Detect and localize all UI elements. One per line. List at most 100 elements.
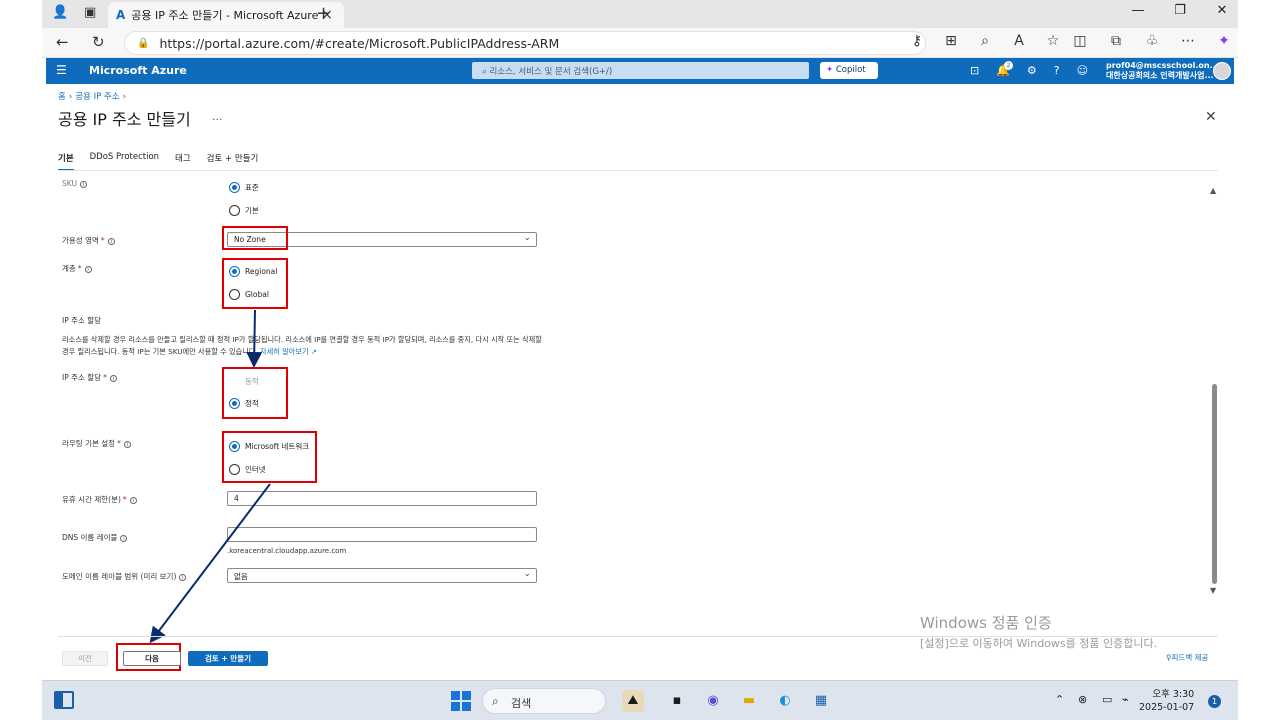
settings-icon[interactable]: ⚙ bbox=[1027, 64, 1037, 77]
breadcrumb-home[interactable]: 홈 bbox=[58, 92, 66, 102]
copilot-browser-icon[interactable]: ✦ bbox=[1206, 33, 1238, 49]
restore-icon[interactable]: ❐ bbox=[1172, 3, 1188, 18]
vertical-scrollbar[interactable]: ▲ ▼ bbox=[1210, 186, 1218, 598]
idle-timeout-input[interactable]: 4 bbox=[227, 491, 537, 506]
chevron-down-icon: ⌄ bbox=[523, 569, 531, 579]
scroll-up-icon[interactable]: ▲ bbox=[1210, 186, 1216, 195]
info-icon[interactable]: i bbox=[129, 496, 137, 504]
extensions-icon[interactable]: ♧ bbox=[1134, 33, 1170, 49]
widgets-icon[interactable] bbox=[54, 691, 74, 709]
form-scroll-area[interactable]: SKU i 표준 기본 가용성 영역 * i No Zone ⌄ 계층 * i Region… bbox=[42, 172, 1238, 634]
tray-close-circle-icon[interactable]: ⊗ bbox=[1078, 693, 1087, 706]
azure-brand[interactable]: Microsoft Azure bbox=[89, 64, 187, 77]
tier-label: 계층 * i bbox=[62, 263, 92, 274]
taskbar: ⌕ 검색 ⛰ ▪ ◉ ▬ ◐ ▦ ⌃ ⊗ ▭ ⌁ 오후 3:30 2025-01-… bbox=[42, 680, 1238, 720]
ip-assign-description: 리소스를 삭제할 경우 리소스를 만들고 릴리스할 때 정적 IP가 할당됩니다… bbox=[62, 335, 542, 356]
dns-label-input[interactable] bbox=[227, 527, 537, 542]
sku-basic-radio[interactable]: 기본 bbox=[229, 205, 259, 216]
tab-strip: 👤 ▣ A 공용 IP 주소 만들기 - Microsoft Azure × +… bbox=[42, 0, 1238, 28]
sku-standard-radio[interactable]: 표준 bbox=[229, 182, 259, 193]
display-icon[interactable]: ▭ bbox=[1102, 693, 1112, 706]
widget-app-icon[interactable]: ⛰ bbox=[622, 690, 644, 712]
breadcrumb-public-ip[interactable]: 공용 IP 주소 bbox=[75, 92, 119, 102]
more-menu-icon[interactable]: ⋯ bbox=[1170, 33, 1206, 49]
start-button[interactable] bbox=[451, 691, 471, 711]
info-icon[interactable]: i bbox=[107, 237, 115, 245]
browser-actions: ◫ ⧉ ♧ ⋯ ✦ bbox=[1062, 33, 1238, 49]
url-text: https://portal.azure.com/#create/Microso… bbox=[159, 35, 560, 51]
page-title: 공용 IP 주소 만들기 bbox=[58, 110, 191, 129]
learn-more-link[interactable]: 자세히 알아보기 bbox=[260, 347, 309, 356]
routing-internet-radio[interactable]: 인터넷 bbox=[229, 464, 266, 475]
read-aloud-icon[interactable]: A bbox=[1002, 33, 1036, 49]
tab-actions-icon[interactable]: ▣ bbox=[84, 5, 96, 20]
availability-zone-select[interactable]: No Zone ⌄ bbox=[227, 232, 537, 247]
search-icon: ⌕ bbox=[492, 694, 499, 708]
browser-window: 👤 ▣ A 공용 IP 주소 만들기 - Microsoft Azure × +… bbox=[42, 0, 1238, 720]
previous-button[interactable]: 이전 bbox=[62, 651, 108, 666]
refresh-icon[interactable]: ↻ bbox=[92, 33, 105, 51]
browser-tab[interactable]: A 공용 IP 주소 만들기 - Microsoft Azure × bbox=[108, 2, 344, 28]
help-icon[interactable]: ? bbox=[1054, 64, 1060, 77]
new-tab-icon[interactable]: + bbox=[316, 3, 331, 24]
close-window-icon[interactable]: ✕ bbox=[1214, 3, 1230, 18]
scrollbar-thumb[interactable] bbox=[1212, 384, 1217, 584]
address-bar[interactable]: 🔒 https://portal.azure.com/#create/Micro… bbox=[124, 31, 926, 55]
split-screen-icon[interactable]: ◫ bbox=[1062, 33, 1098, 49]
info-icon[interactable]: i bbox=[79, 180, 87, 188]
azure-logo-icon: A bbox=[116, 8, 126, 22]
taskbar-search[interactable]: ⌕ 검색 bbox=[482, 688, 606, 714]
domain-scope-select[interactable]: 없음 ⌄ bbox=[227, 568, 537, 583]
profile-icon[interactable]: 👤 bbox=[52, 5, 68, 20]
notification-count[interactable]: 1 bbox=[1208, 695, 1221, 708]
teams-icon[interactable]: ◉ bbox=[702, 690, 724, 712]
account-info[interactable]: prof04@mscsschool.on... 대한상공회의소 인력개발사업..… bbox=[1106, 61, 1219, 81]
store-icon[interactable]: ▦ bbox=[810, 690, 832, 712]
tier-global-radio[interactable]: Global bbox=[229, 289, 269, 300]
back-icon[interactable]: ← bbox=[56, 33, 69, 51]
azure-search-input[interactable]: ⌕ 리소스, 서비스 및 문서 검색(G+/) bbox=[472, 62, 809, 79]
minimize-icon[interactable]: — bbox=[1130, 3, 1146, 18]
feedback-link[interactable]: ⚲피드백 제공 bbox=[1166, 652, 1208, 663]
more-options-icon[interactable]: ... bbox=[212, 110, 223, 123]
screen: 👤 ▣ A 공용 IP 주소 만들기 - Microsoft Azure × +… bbox=[0, 0, 1280, 720]
network-icon[interactable]: ⌁ bbox=[1122, 693, 1129, 706]
window-controls: — ❐ ✕ bbox=[1130, 3, 1230, 18]
feedback-icon[interactable]: ☺ bbox=[1077, 64, 1088, 77]
routing-microsoft-radio[interactable]: Microsoft 네트워크 bbox=[229, 441, 309, 452]
ip-dynamic-option: 동적 bbox=[245, 377, 259, 386]
copilot-icon: ✦ bbox=[826, 65, 834, 75]
next-button[interactable]: 다음 bbox=[123, 651, 181, 666]
close-blade-icon[interactable]: ✕ bbox=[1205, 109, 1217, 125]
tab-ddos[interactable]: DDoS Protection bbox=[90, 152, 159, 171]
cloud-shell-icon[interactable]: ⊡ bbox=[970, 64, 979, 77]
app-available-icon[interactable]: ⊞ bbox=[934, 33, 968, 49]
tray-chevron-icon[interactable]: ⌃ bbox=[1055, 693, 1064, 706]
edge-icon[interactable]: ◐ bbox=[774, 690, 796, 712]
info-icon[interactable]: i bbox=[109, 374, 117, 382]
info-icon[interactable]: i bbox=[120, 534, 128, 542]
avatar[interactable] bbox=[1213, 62, 1231, 80]
ip-static-radio[interactable]: 정적 bbox=[229, 398, 259, 409]
review-create-button[interactable]: 검토 + 만들기 bbox=[188, 651, 268, 666]
info-icon[interactable]: i bbox=[84, 265, 92, 273]
ip-assign-heading: IP 주소 할당 bbox=[62, 316, 102, 325]
info-icon[interactable]: i bbox=[123, 440, 131, 448]
hamburger-menu-icon[interactable]: ☰ bbox=[56, 63, 67, 77]
tab-basics[interactable]: 기본 bbox=[58, 152, 74, 171]
time: 오후 3:30 bbox=[1152, 689, 1195, 700]
tab-tags[interactable]: 태그 bbox=[175, 152, 191, 171]
collections-icon[interactable]: ⧉ bbox=[1098, 33, 1134, 49]
scroll-down-icon[interactable]: ▼ bbox=[1210, 586, 1216, 595]
wizard-tabs: 기본 DDoS Protection 태그 검토 + 만들기 bbox=[58, 152, 258, 171]
key-icon[interactable]: ⚷ bbox=[900, 33, 934, 49]
zoom-icon[interactable]: ⌕ bbox=[968, 33, 1002, 49]
tier-regional-radio[interactable]: Regional bbox=[229, 266, 277, 277]
task-view-icon[interactable]: ▪ bbox=[666, 690, 688, 712]
notification-badge: 2 bbox=[1004, 61, 1013, 70]
copilot-button[interactable]: ✦ Copilot bbox=[820, 62, 878, 79]
tab-review[interactable]: 검토 + 만들기 bbox=[207, 152, 259, 171]
clock[interactable]: 오후 3:30 2025-01-07 bbox=[1139, 688, 1194, 714]
info-icon[interactable]: i bbox=[179, 573, 187, 581]
file-explorer-icon[interactable]: ▬ bbox=[738, 690, 760, 712]
